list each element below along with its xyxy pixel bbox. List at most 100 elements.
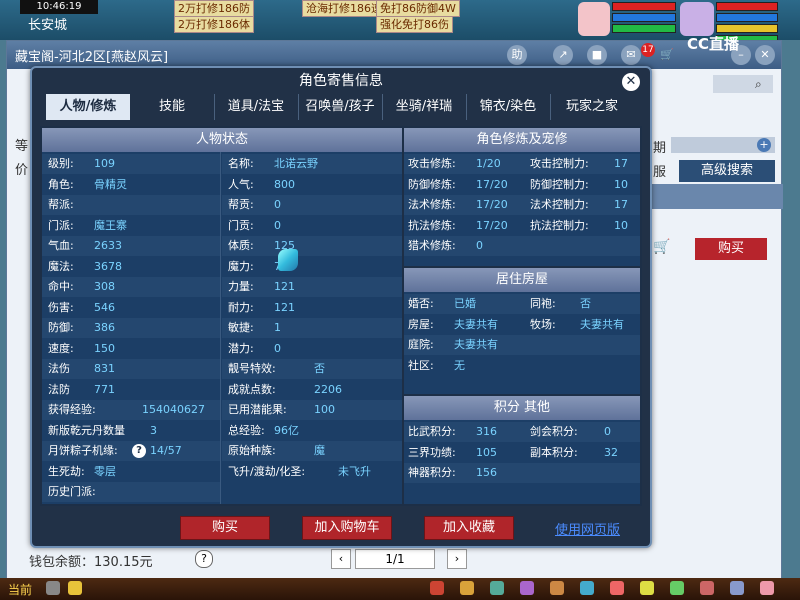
- help-icon[interactable]: ?: [132, 444, 146, 458]
- mail-icon[interactable]: [700, 581, 714, 595]
- status-value: 0: [274, 341, 281, 355]
- housing-value: 已婚: [454, 297, 476, 310]
- add-icon[interactable]: +: [757, 138, 771, 152]
- status-row: 历史门派:: [42, 482, 220, 502]
- status-label: 命中:: [48, 280, 74, 293]
- help-icon[interactable]: 助: [507, 45, 527, 65]
- message-icon[interactable]: ✉: [621, 45, 641, 65]
- status-row: 潜力: 0: [222, 339, 402, 359]
- cursor-pet-icon: [278, 249, 298, 271]
- inventory-icon[interactable]: [430, 581, 444, 595]
- quest-icon[interactable]: [640, 581, 654, 595]
- help-icon[interactable]: ?: [195, 550, 213, 568]
- tab-bar: 人物/修炼 技能 道具/法宝 召唤兽/孩子 坐骑/祥瑞 锦衣/染色 玩家之家: [46, 94, 646, 120]
- status-value: 魔: [314, 444, 325, 457]
- points-value: 316: [476, 425, 497, 438]
- close-icon[interactable]: ✕: [755, 45, 775, 65]
- shop-icon[interactable]: [670, 581, 684, 595]
- status-value: 109: [94, 157, 115, 170]
- advanced-search-button[interactable]: 高级搜索: [679, 160, 775, 182]
- status-value: 0: [274, 218, 281, 232]
- prev-page-button[interactable]: ‹: [331, 549, 351, 569]
- web-version-link[interactable]: 使用网页版: [555, 519, 620, 538]
- points-value: 156: [476, 466, 497, 479]
- skill-icon[interactable]: [490, 581, 504, 595]
- buy-button[interactable]: 购买: [180, 516, 270, 540]
- status-label: 魔力:: [228, 259, 254, 273]
- housing-value: 夫妻共有: [454, 338, 498, 351]
- housing-label: 房屋:: [408, 317, 434, 331]
- status-value: 3: [150, 423, 157, 437]
- tab-character-cultivation[interactable]: 人物/修炼: [46, 94, 130, 120]
- status-row: 伤害: 546: [42, 298, 220, 318]
- tab-items-treasures[interactable]: 道具/法宝: [214, 94, 299, 120]
- search-input[interactable]: [713, 75, 773, 93]
- add-to-cart-button[interactable]: 加入购物车: [302, 516, 392, 540]
- status-row: 体质: 125: [222, 236, 402, 256]
- housing-value: 夫妻共有: [454, 317, 498, 331]
- status-row: 人气: 800: [222, 175, 402, 195]
- status-value: 121: [274, 280, 295, 293]
- emote-icon[interactable]: [68, 581, 82, 595]
- tab-skills[interactable]: 技能: [130, 94, 215, 120]
- tab-player-home[interactable]: 玩家之家: [550, 94, 634, 120]
- points-label: 神器积分:: [408, 466, 456, 479]
- pet-icon[interactable]: [520, 581, 534, 595]
- page-indicator: 1/1: [355, 549, 435, 569]
- shop-title: 藏宝阁-河北2区[燕赵风云]: [15, 50, 169, 65]
- status-label: 总经验:: [228, 423, 265, 437]
- cultivation-row: 防御修炼: 17/20 防御控制力: 10: [404, 175, 640, 195]
- tab-mounts[interactable]: 坐骑/祥瑞: [382, 94, 467, 120]
- tab-summons-children[interactable]: 召唤兽/孩子: [298, 94, 383, 120]
- points-label: 剑会积分:: [530, 425, 578, 438]
- share-icon[interactable]: ↗: [553, 45, 573, 65]
- status-value: 100: [314, 403, 335, 416]
- status-row: 魔法: 3678: [42, 257, 220, 277]
- channel-label: 当前: [8, 583, 33, 597]
- status-value: 未飞升: [338, 464, 371, 478]
- hp-bar: [612, 2, 676, 11]
- points-row: 神器积分: 156: [404, 463, 640, 483]
- pet-avatar[interactable]: [578, 2, 610, 36]
- player-avatar[interactable]: [680, 2, 714, 36]
- cart-icon[interactable]: 🛒: [657, 45, 677, 65]
- points-label: 比武积分:: [408, 425, 456, 438]
- status-row: 防御: 386: [42, 318, 220, 338]
- buy-button[interactable]: 购买: [695, 238, 767, 260]
- guild-icon[interactable]: [580, 581, 594, 595]
- add-to-favorites-button[interactable]: 加入收藏: [424, 516, 514, 540]
- status-label: 魔法:: [48, 259, 74, 273]
- tab-costumes[interactable]: 锦衣/染色: [466, 94, 551, 120]
- points-value: 32: [604, 445, 618, 459]
- settings-icon[interactable]: [760, 581, 774, 595]
- status-row: 原始种族: 魔: [222, 441, 402, 461]
- status-row: 气血: 2633: [42, 236, 220, 256]
- housing-value: 无: [454, 358, 465, 372]
- status-row: 帮贡: 0: [222, 195, 402, 215]
- status-row: 生死劫: 零层: [42, 462, 220, 482]
- friend-icon[interactable]: [610, 581, 624, 595]
- status-value: 北诺云野: [274, 157, 318, 170]
- system-icon[interactable]: [730, 581, 744, 595]
- status-row: 耐力: 121: [222, 298, 402, 318]
- exp-bar: [612, 24, 676, 33]
- status-value: 0: [274, 198, 281, 211]
- chat-message: 2万打修186防: [174, 0, 254, 17]
- housing-label: 庭院:: [408, 338, 434, 351]
- status-label: 成就点数:: [228, 382, 276, 396]
- team-icon[interactable]: [460, 581, 474, 595]
- mp-bar: [612, 13, 676, 22]
- stop-icon[interactable]: ■: [587, 45, 607, 65]
- notification-badge: 17: [641, 43, 655, 57]
- status-label: 已用潜能果:: [228, 403, 287, 416]
- search-icon[interactable]: ⌕: [755, 77, 762, 92]
- trade-icon[interactable]: [550, 581, 564, 595]
- game-top-bar: 10:46:19 长安城 2万打修186防 2万打修186体 沧海打修186速 …: [0, 0, 800, 44]
- close-icon[interactable]: ✕: [622, 73, 640, 91]
- cart-icon[interactable]: 🛒: [653, 239, 673, 259]
- dialog-title: 角色寄售信息: [299, 73, 383, 89]
- status-row: 月饼粽子机缘: 14/57?: [42, 441, 220, 461]
- microphone-icon[interactable]: [46, 581, 60, 595]
- cultivation-label: 抗法修炼:: [408, 218, 456, 232]
- next-page-button[interactable]: ›: [447, 549, 467, 569]
